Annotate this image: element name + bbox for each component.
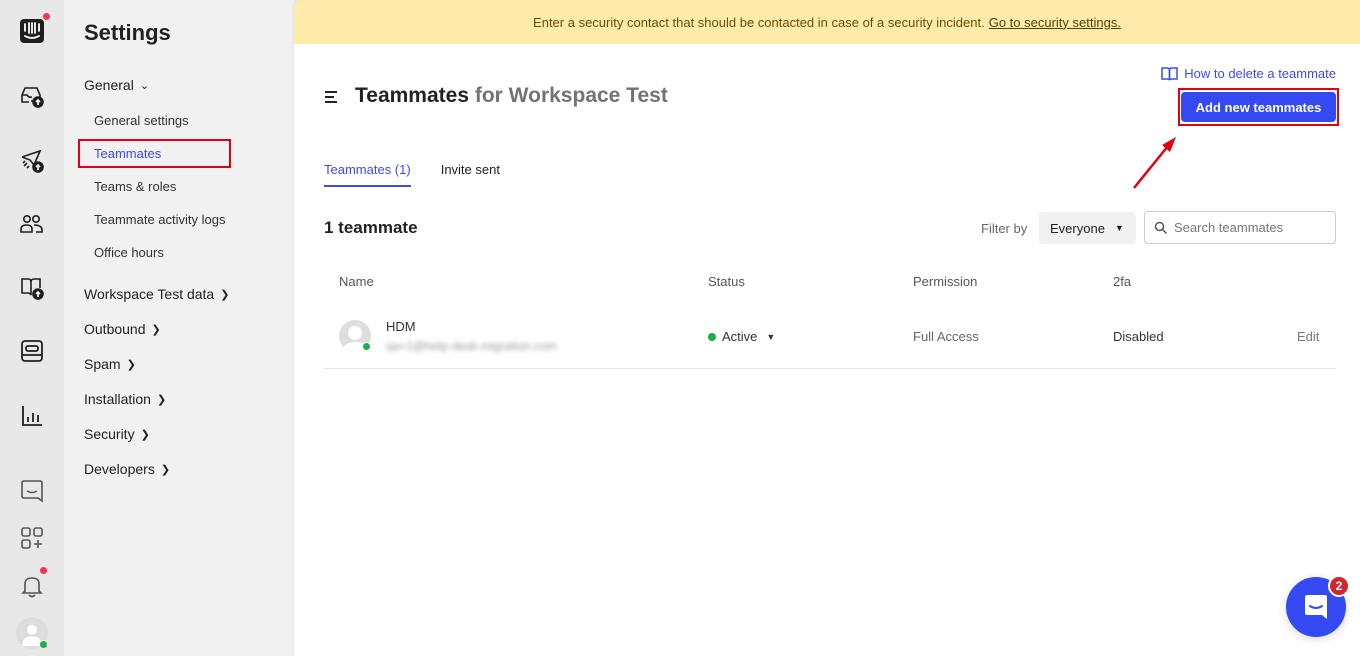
chevron-right-icon: ❯ — [126, 358, 136, 371]
chat-icon[interactable] — [16, 475, 48, 507]
section-developers[interactable]: Developers ❯ — [84, 461, 170, 477]
section-workspace-data[interactable]: Workspace Test data ❯ — [84, 286, 229, 302]
book-icon — [1161, 66, 1178, 80]
people-icon[interactable] — [16, 208, 48, 240]
section-label: General — [84, 77, 134, 93]
filter-dropdown[interactable]: Everyone ▼ — [1039, 212, 1136, 244]
filter-value: Everyone — [1050, 220, 1105, 236]
send-upgrade-icon[interactable] — [16, 145, 48, 177]
annotation-highlight-box — [78, 139, 231, 168]
chevron-right-icon: ❯ — [220, 288, 230, 301]
security-banner: Enter a security contact that should be … — [294, 0, 1360, 44]
active-status-dot — [708, 332, 716, 341]
filter-label: Filter by — [981, 221, 1028, 236]
2fa-value: Disabled — [1113, 329, 1164, 344]
bell-icon[interactable] — [16, 570, 48, 602]
chevron-down-icon: ⌄ — [139, 79, 150, 92]
menu-icon[interactable] — [324, 89, 340, 105]
tab-teammates[interactable]: Teammates (1) — [324, 162, 411, 187]
column-header-2fa: 2fa — [1113, 274, 1132, 289]
security-settings-link[interactable]: Go to security settings. — [989, 15, 1121, 30]
teammate-name: HDM — [386, 319, 416, 334]
annotation-highlight-box: Add new teammates — [1178, 88, 1339, 126]
settings-sidebar: Settings General ⌄ General settings Team… — [64, 0, 294, 656]
page-title-workspace: for Workspace Test — [474, 84, 668, 107]
online-status-dot — [362, 342, 371, 351]
sidebar-item-teams-roles[interactable]: Teams & roles — [94, 179, 176, 194]
main-panel: Enter a security contact that should be … — [294, 0, 1360, 656]
sidebar-item-activity-logs[interactable]: Teammate activity logs — [94, 212, 226, 227]
teammate-count: 1 teammate — [324, 218, 418, 237]
search-input[interactable] — [1174, 220, 1324, 235]
browser-icon[interactable] — [16, 335, 48, 367]
section-outbound[interactable]: Outbound ❯ — [84, 321, 161, 337]
bar-chart-icon[interactable] — [16, 400, 48, 432]
section-label: Developers — [84, 461, 155, 477]
tabs: Teammates (1) Invite sent — [324, 162, 500, 187]
section-security[interactable]: Security ❯ — [84, 426, 150, 442]
column-header-permission: Permission — [913, 274, 978, 289]
status-dropdown[interactable]: Active ▼ — [708, 329, 775, 344]
settings-title: Settings — [84, 20, 171, 45]
search-icon — [1154, 221, 1168, 234]
add-new-teammates-button[interactable]: Add new teammates — [1181, 92, 1336, 122]
help-link-label: How to delete a teammate — [1184, 66, 1336, 81]
apps-add-icon[interactable] — [16, 522, 48, 554]
section-label: Outbound — [84, 321, 146, 337]
search-box — [1144, 211, 1336, 244]
banner-text: Enter a security contact that should be … — [533, 14, 985, 30]
inbox-upgrade-icon[interactable] — [16, 80, 48, 112]
tab-invite-sent[interactable]: Invite sent — [441, 162, 500, 187]
caret-down-icon: ▼ — [766, 331, 776, 342]
table-row: HDM qa+1@help-desk-migration.com Active … — [324, 306, 1336, 369]
status-label: Active — [722, 329, 758, 344]
chevron-right-icon: ❯ — [140, 428, 150, 441]
section-label: Installation — [84, 391, 151, 407]
logo-notification-dot — [43, 13, 50, 20]
sidebar-item-general-settings[interactable]: General settings — [94, 113, 189, 128]
teammate-email: qa+1@help-desk-migration.com — [386, 339, 557, 353]
chevron-right-icon: ❯ — [151, 323, 161, 336]
chevron-right-icon: ❯ — [156, 393, 167, 406]
chevron-right-icon: ❯ — [160, 463, 171, 476]
intercom-logo-icon[interactable] — [16, 15, 48, 47]
notification-dot — [40, 567, 47, 574]
unread-badge: 2 — [1328, 575, 1350, 597]
page-title: Teammates for Workspace Test — [355, 84, 668, 108]
column-header-name: Name — [339, 274, 374, 289]
page-title-main: Teammates — [355, 84, 470, 107]
column-header-status: Status — [708, 274, 745, 289]
section-label: Security — [84, 426, 135, 442]
section-label: Spam — [84, 356, 121, 372]
book-upgrade-icon[interactable] — [16, 272, 48, 304]
section-general[interactable]: General ⌄ — [84, 77, 149, 93]
section-label: Workspace Test data — [84, 286, 215, 302]
online-status-dot — [39, 640, 48, 649]
annotation-arrow-icon — [1133, 137, 1176, 189]
section-installation[interactable]: Installation ❯ — [84, 391, 166, 407]
section-spam[interactable]: Spam ❯ — [84, 356, 136, 372]
permission-value: Full Access — [913, 329, 979, 344]
edit-link[interactable]: Edit — [1297, 329, 1319, 344]
sidebar-item-office-hours[interactable]: Office hours — [94, 245, 164, 260]
icon-rail — [0, 0, 64, 656]
caret-down-icon: ▼ — [1114, 223, 1124, 233]
how-to-delete-link[interactable]: How to delete a teammate — [1161, 66, 1336, 81]
chat-icon — [1305, 595, 1327, 619]
